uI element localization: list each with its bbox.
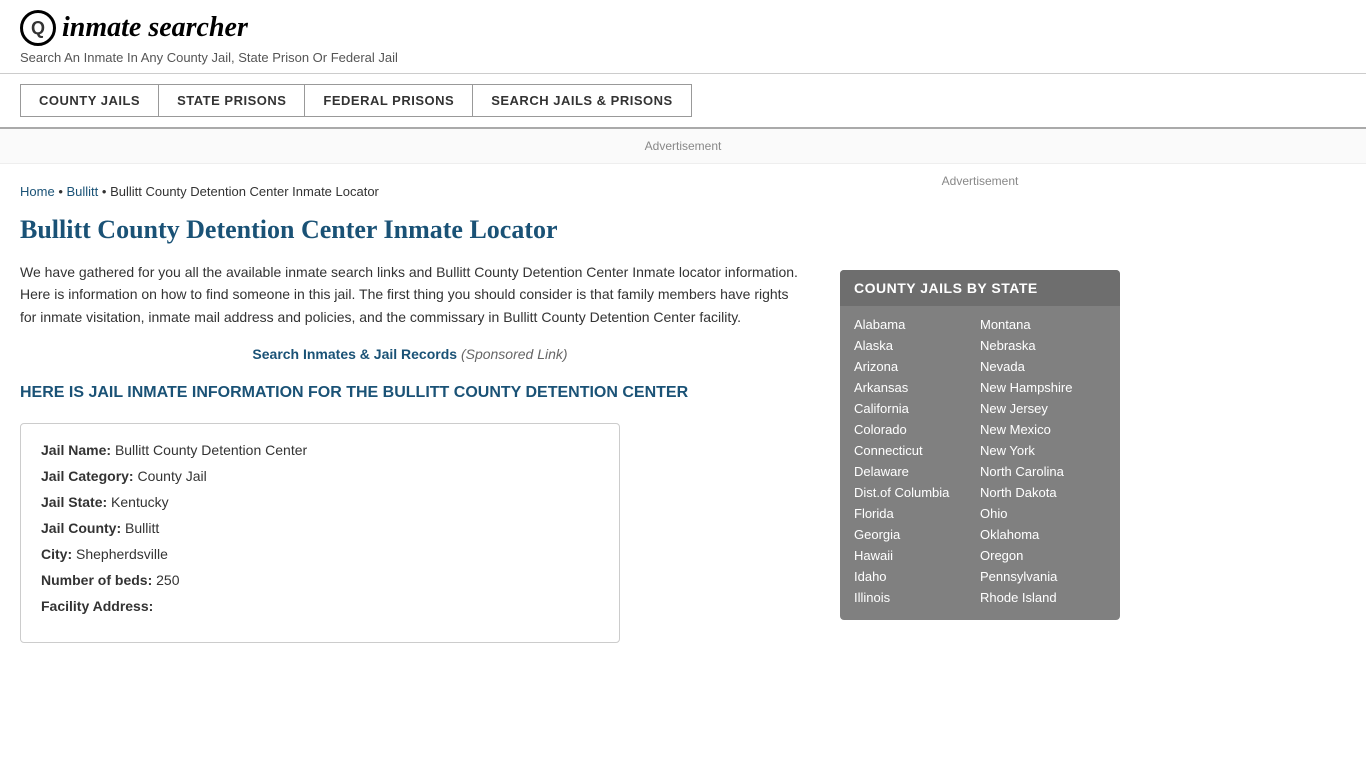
info-label-jail-category: Jail Category: bbox=[41, 468, 134, 484]
header: Q inmate searcher Search An Inmate In An… bbox=[0, 0, 1366, 74]
state-link[interactable]: Alabama bbox=[854, 314, 980, 335]
state-link[interactable]: Idaho bbox=[854, 566, 980, 587]
info-row-jail-county: Jail County: Bullitt bbox=[41, 520, 599, 536]
info-row-jail-state: Jail State: Kentucky bbox=[41, 494, 599, 510]
state-link[interactable]: Rhode Island bbox=[980, 587, 1106, 608]
sidebar-ad-label: Advertisement bbox=[942, 174, 1019, 188]
info-label-jail-name: Jail Name: bbox=[41, 442, 111, 458]
sidebar-ad: Advertisement bbox=[840, 174, 1120, 254]
info-row-address: Facility Address: bbox=[41, 598, 599, 614]
state-link[interactable]: New York bbox=[980, 440, 1106, 461]
state-link[interactable]: Arizona bbox=[854, 356, 980, 377]
ad-banner: Advertisement bbox=[0, 129, 1366, 164]
breadcrumb-bullitt[interactable]: Bullitt bbox=[66, 184, 98, 199]
nav-search-jails[interactable]: SEARCH JAILS & PRISONS bbox=[472, 84, 691, 117]
info-row-beds: Number of beds: 250 bbox=[41, 572, 599, 588]
info-row-jail-category: Jail Category: County Jail bbox=[41, 468, 599, 484]
breadcrumb-home[interactable]: Home bbox=[20, 184, 55, 199]
state-link[interactable]: Florida bbox=[854, 503, 980, 524]
sponsored-link-anchor[interactable]: Search Inmates & Jail Records bbox=[252, 346, 457, 362]
state-link[interactable]: New Jersey bbox=[980, 398, 1106, 419]
state-grid: AlabamaAlaskaArizonaArkansasCaliforniaCo… bbox=[840, 306, 1120, 620]
state-link[interactable]: Oregon bbox=[980, 545, 1106, 566]
state-link[interactable]: Alaska bbox=[854, 335, 980, 356]
state-box: COUNTY JAILS BY STATE AlabamaAlaskaArizo… bbox=[840, 270, 1120, 620]
info-value-jail-state: Kentucky bbox=[111, 494, 169, 510]
info-label-jail-county: Jail County: bbox=[41, 520, 121, 536]
section-heading: HERE IS JAIL INMATE INFORMATION FOR THE … bbox=[20, 382, 800, 404]
state-link[interactable]: New Hampshire bbox=[980, 377, 1106, 398]
nav-county-jails[interactable]: COUNTY JAILS bbox=[20, 84, 158, 117]
info-label-beds: Number of beds: bbox=[41, 572, 152, 588]
sponsored-link: Search Inmates & Jail Records (Sponsored… bbox=[20, 346, 800, 362]
breadcrumb: Home • Bullitt • Bullitt County Detentio… bbox=[20, 184, 800, 199]
state-link[interactable]: Pennsylvania bbox=[980, 566, 1106, 587]
state-box-title: COUNTY JAILS BY STATE bbox=[840, 270, 1120, 306]
state-link[interactable]: Dist.of Columbia bbox=[854, 482, 980, 503]
state-col-right: MontanaNebraskaNevadaNew HampshireNew Je… bbox=[980, 314, 1106, 608]
sidebar: Advertisement COUNTY JAILS BY STATE Alab… bbox=[820, 164, 1140, 683]
info-value-jail-name: Bullitt County Detention Center bbox=[115, 442, 307, 458]
state-link[interactable]: California bbox=[854, 398, 980, 419]
main-layout: Home • Bullitt • Bullitt County Detentio… bbox=[0, 164, 1366, 683]
state-link[interactable]: Illinois bbox=[854, 587, 980, 608]
state-link[interactable]: Colorado bbox=[854, 419, 980, 440]
info-label-city: City: bbox=[41, 546, 72, 562]
state-link[interactable]: Connecticut bbox=[854, 440, 980, 461]
nav-state-prisons[interactable]: STATE PRISONS bbox=[158, 84, 304, 117]
info-row-city: City: Shepherdsville bbox=[41, 546, 599, 562]
body-text: We have gathered for you all the availab… bbox=[20, 261, 800, 328]
logo-area: Q inmate searcher bbox=[20, 10, 1346, 46]
content-area: Home • Bullitt • Bullitt County Detentio… bbox=[0, 164, 820, 683]
page-title: Bullitt County Detention Center Inmate L… bbox=[20, 215, 800, 245]
logo-icon: Q bbox=[20, 10, 56, 46]
state-link[interactable]: North Dakota bbox=[980, 482, 1106, 503]
info-row-jail-name: Jail Name: Bullitt County Detention Cent… bbox=[41, 442, 599, 458]
logo-text: inmate searcher bbox=[62, 12, 248, 44]
info-label-jail-state: Jail State: bbox=[41, 494, 107, 510]
state-col-left: AlabamaAlaskaArizonaArkansasCaliforniaCo… bbox=[854, 314, 980, 608]
sponsored-label: (Sponsored Link) bbox=[461, 346, 568, 362]
state-link[interactable]: Oklahoma bbox=[980, 524, 1106, 545]
state-link[interactable]: Delaware bbox=[854, 461, 980, 482]
state-link[interactable]: Ohio bbox=[980, 503, 1106, 524]
state-link[interactable]: Nevada bbox=[980, 356, 1106, 377]
info-box: Jail Name: Bullitt County Detention Cent… bbox=[20, 423, 620, 643]
info-value-jail-category: County Jail bbox=[137, 468, 206, 484]
nav-buttons: COUNTY JAILS STATE PRISONS FEDERAL PRISO… bbox=[20, 84, 1346, 117]
nav-bar: COUNTY JAILS STATE PRISONS FEDERAL PRISO… bbox=[0, 74, 1366, 129]
info-label-address: Facility Address: bbox=[41, 598, 153, 614]
info-value-city: Shepherdsville bbox=[76, 546, 168, 562]
state-link[interactable]: Georgia bbox=[854, 524, 980, 545]
info-value-jail-county: Bullitt bbox=[125, 520, 159, 536]
ad-banner-label: Advertisement bbox=[645, 139, 722, 153]
state-link[interactable]: North Carolina bbox=[980, 461, 1106, 482]
state-link[interactable]: New Mexico bbox=[980, 419, 1106, 440]
tagline: Search An Inmate In Any County Jail, Sta… bbox=[20, 50, 1346, 65]
info-value-beds: 250 bbox=[156, 572, 179, 588]
breadcrumb-current: Bullitt County Detention Center Inmate L… bbox=[110, 184, 379, 199]
nav-federal-prisons[interactable]: FEDERAL PRISONS bbox=[304, 84, 472, 117]
state-link[interactable]: Nebraska bbox=[980, 335, 1106, 356]
state-link[interactable]: Montana bbox=[980, 314, 1106, 335]
state-link[interactable]: Arkansas bbox=[854, 377, 980, 398]
state-link[interactable]: Hawaii bbox=[854, 545, 980, 566]
